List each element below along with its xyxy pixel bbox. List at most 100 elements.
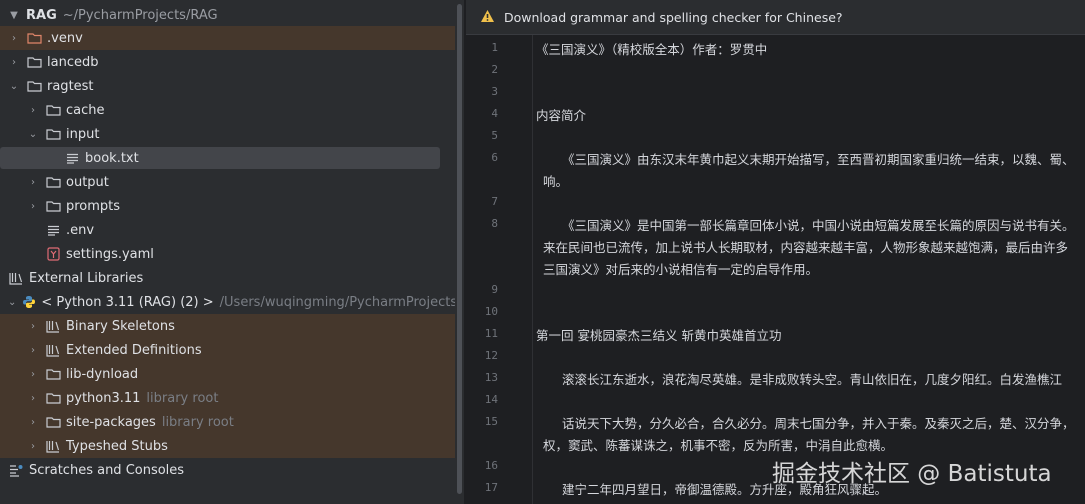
chevron-right-icon[interactable]: ›: [8, 33, 20, 44]
tree-item-label: External Libraries: [29, 270, 144, 286]
chevron-right-icon[interactable]: ›: [27, 345, 39, 356]
tree-item-prompts[interactable]: › prompts: [0, 194, 455, 218]
tree-item-lancedb[interactable]: › lancedb: [0, 50, 455, 74]
tree-item-label: Scratches and Consoles: [29, 462, 185, 478]
tree-item-label: Typeshed Stubs: [66, 438, 168, 454]
tree-item-venv[interactable]: › .venv: [0, 26, 455, 50]
code-line[interactable]: 《三国演义》是中国第一部长篇章回体小说，中国小说由短篇发展至长篇的原因与说书有关…: [562, 215, 1075, 234]
chevron-right-icon[interactable]: ›: [27, 321, 39, 332]
folder-icon: [26, 31, 42, 45]
line-number: 14: [484, 393, 498, 406]
tree-item-label: book.txt: [85, 150, 139, 166]
tree-item-settings-yaml[interactable]: › settings.yaml: [0, 242, 455, 266]
line-number: 1: [491, 41, 498, 54]
tree-item-input[interactable]: ⌄ input: [0, 122, 455, 146]
chevron-down-icon[interactable]: ⌄: [27, 129, 39, 140]
editor-pane: Download grammar and spelling checker fo…: [466, 0, 1085, 504]
line-number: 5: [491, 129, 498, 142]
chevron-right-icon[interactable]: ›: [27, 393, 39, 404]
chevron-right-icon[interactable]: ›: [27, 369, 39, 380]
library-icon: [45, 343, 61, 357]
tree-item-book-txt[interactable]: › book.txt: [0, 146, 455, 170]
tree-item-external-libraries[interactable]: External Libraries: [0, 266, 455, 290]
tree-item-label: prompts: [66, 198, 121, 214]
chevron-right-icon[interactable]: ›: [27, 441, 39, 452]
tree-item-label: site-packages: [66, 414, 156, 430]
tree-item-scratches[interactable]: Scratches and Consoles: [0, 458, 455, 482]
tree-item-label: Binary Skeletons: [66, 318, 175, 334]
tree-item-site-packages[interactable]: › site-packages library root: [0, 410, 455, 434]
code-line[interactable]: 三国演义》对后来的小说相信有一定的启导作用。: [543, 259, 818, 278]
root-name: RAG: [26, 7, 57, 23]
tree-item-label: input: [66, 126, 100, 142]
tree-item-env[interactable]: › .env: [0, 218, 455, 242]
folder-icon: [26, 55, 42, 69]
line-number: 4: [491, 107, 498, 120]
tree-item-label: cache: [66, 102, 105, 118]
code-line[interactable]: 内容简介: [536, 105, 586, 124]
library-root-hint: library root: [146, 390, 219, 406]
line-number-gutter: [466, 35, 533, 504]
chevron-down-icon[interactable]: ⌄: [8, 297, 16, 308]
scrollbar-thumb[interactable]: [457, 4, 462, 494]
tree-item-lib-dynload[interactable]: › lib-dynload: [0, 362, 455, 386]
library-icon: [8, 271, 24, 285]
folder-icon: [45, 391, 61, 405]
tree-item-label: .env: [66, 222, 95, 238]
tree-item-label: lancedb: [47, 54, 99, 70]
warning-icon: [480, 8, 495, 27]
grammar-checker-banner[interactable]: Download grammar and spelling checker fo…: [466, 0, 1085, 35]
folder-icon: [45, 199, 61, 213]
folder-icon: [45, 367, 61, 381]
chevron-right-icon[interactable]: ›: [27, 201, 39, 212]
tree-root-rag[interactable]: ▼ RAG ~/PycharmProjects/RAG: [0, 3, 455, 27]
tree-item-extended-definitions[interactable]: › Extended Definitions: [0, 338, 455, 362]
code-line[interactable]: 话说天下大势，分久必合，合久必分。周末七国分争，并入于秦。及秦灭之后，楚、汉分争…: [562, 413, 1075, 432]
tree-item-typeshed-stubs[interactable]: › Typeshed Stubs: [0, 434, 455, 458]
code-line[interactable]: 《三国演义》（精校版全本）作者：罗贯中: [536, 39, 767, 58]
tree-item-label: .venv: [47, 30, 83, 46]
project-scrollbar[interactable]: [455, 0, 464, 504]
code-line[interactable]: 《三国演义》由东汉末年黄巾起义末期开始描写，至西晋初期国家重归统一结束，以魏、蜀…: [562, 149, 1075, 168]
tree-item-label: python3.11: [66, 390, 141, 406]
tree-item-ragtest[interactable]: ⌄ ragtest: [0, 74, 455, 98]
tree-item-label: ragtest: [47, 78, 94, 94]
library-icon: [45, 319, 61, 333]
folder-icon: [45, 127, 61, 141]
root-path: ~/PycharmProjects/RAG: [62, 7, 218, 23]
line-number: 3: [491, 85, 498, 98]
library-icon: [45, 439, 61, 453]
code-line[interactable]: 响。: [543, 171, 568, 190]
tree-item-python311[interactable]: › python3.11 library root: [0, 386, 455, 410]
library-root-hint: library root: [161, 414, 234, 430]
line-number: 10: [484, 305, 498, 318]
chevron-right-icon[interactable]: ›: [27, 177, 39, 188]
folder-icon: [45, 175, 61, 189]
tree-item-binary-skeletons[interactable]: › Binary Skeletons: [0, 314, 455, 338]
sdk-name: < Python 3.11 (RAG) (2) >: [41, 294, 214, 310]
chevron-down-icon[interactable]: ⌄: [8, 81, 20, 92]
code-line[interactable]: 来在民间也已流传，加上说书人长期取材，内容越来越丰富，人物形象越来越饱满，最后由…: [543, 237, 1068, 256]
tree-item-output[interactable]: › output: [0, 170, 455, 194]
folder-icon: [45, 415, 61, 429]
chevron-right-icon[interactable]: ›: [27, 105, 39, 116]
tree-item-python-sdk[interactable]: ⌄ < Python 3.11 (RAG) (2) > /Users/wuqin…: [0, 290, 455, 314]
watermark: 掘金技术社区 @ Batistuta: [772, 461, 1052, 487]
line-number: 15: [484, 415, 498, 428]
tree-item-cache[interactable]: › cache: [0, 98, 455, 122]
chevron-down-icon[interactable]: ▼: [8, 10, 20, 21]
chevron-right-icon[interactable]: ›: [27, 417, 39, 428]
line-number: 9: [491, 283, 498, 296]
line-number: 8: [491, 217, 498, 230]
code-line[interactable]: 权，窦武、陈蕃谋诛之，机事不密，反为所害，中涓自此愈横。: [543, 435, 893, 454]
project-panel: ▼ RAG ~/PycharmProjects/RAG › .venv › la…: [0, 0, 455, 504]
line-number: 13: [484, 371, 498, 384]
code-line[interactable]: 第一回 宴桃园豪杰三结义 斩黄巾英雄首立功: [536, 325, 781, 344]
line-number: 12: [484, 349, 498, 362]
python-icon: [22, 295, 36, 309]
code-line[interactable]: 滚滚长江东逝水，浪花淘尽英雄。是非成败转头空。青山依旧在，几度夕阳红。白发渔樵江: [562, 369, 1062, 388]
tree-item-label: settings.yaml: [66, 246, 154, 262]
folder-icon: [45, 103, 61, 117]
chevron-right-icon[interactable]: ›: [8, 57, 20, 68]
scratches-icon: [8, 463, 24, 477]
